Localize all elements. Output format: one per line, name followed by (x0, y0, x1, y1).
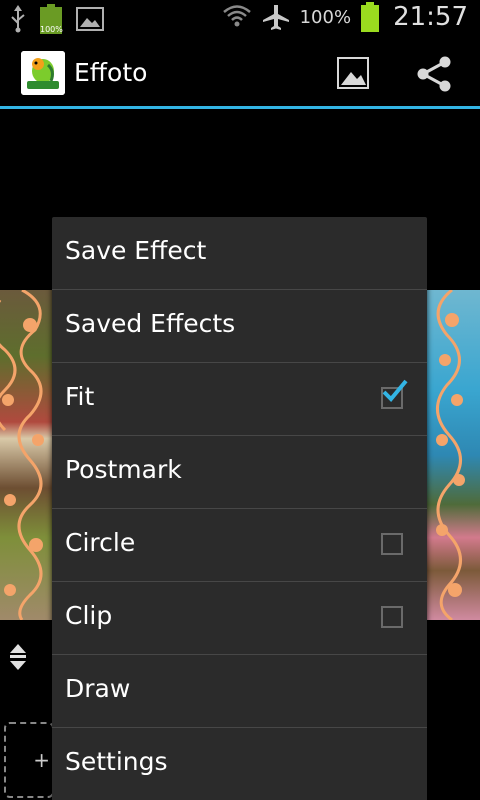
menu-item-settings[interactable]: Settings (52, 728, 427, 800)
menu-item-circle[interactable]: Circle (52, 509, 427, 582)
usb-icon (10, 5, 26, 33)
battery-icon (361, 2, 380, 32)
gallery-icon (76, 7, 104, 31)
status-bar: 100% 100% 21:57 (0, 0, 480, 38)
app-logo-icon[interactable] (21, 51, 65, 95)
circle-checkbox[interactable] (381, 533, 403, 555)
clock: 21:57 (393, 2, 468, 32)
menu-item-save-effect[interactable]: Save Effect (52, 217, 427, 290)
menu-item-label: Save Effect (65, 236, 207, 265)
photo-preview-left (0, 290, 52, 620)
menu-item-fit[interactable]: Fit (52, 363, 427, 436)
add-icon: + (33, 748, 50, 772)
menu-item-label: Draw (65, 674, 131, 703)
menu-item-postmark[interactable]: Postmark (52, 436, 427, 509)
resize-handle-icon[interactable] (8, 642, 28, 672)
menu-item-label: Postmark (65, 455, 182, 484)
photo-preview-right (427, 290, 480, 620)
app-title: Effoto (74, 58, 148, 87)
menu-item-label: Settings (65, 747, 168, 776)
menu-item-saved-effects[interactable]: Saved Effects (52, 290, 427, 363)
add-image-slot[interactable]: + (4, 722, 54, 798)
share-icon[interactable] (414, 54, 454, 94)
menu-item-label: Fit (65, 382, 95, 411)
menu-item-label: Circle (65, 528, 136, 557)
menu-item-draw[interactable]: Draw (52, 655, 427, 728)
menu-item-label: Saved Effects (65, 309, 236, 338)
menu-item-label: Clip (65, 601, 113, 630)
clip-checkbox[interactable] (381, 606, 403, 628)
checkmark-icon (379, 377, 409, 407)
menu-item-clip[interactable]: Clip (52, 582, 427, 655)
action-bar-divider (0, 106, 480, 109)
gallery-icon[interactable] (333, 55, 373, 91)
battery-icon: 100% (40, 4, 63, 34)
wifi-icon (222, 3, 252, 31)
battery-percent: 100% (299, 6, 352, 28)
action-bar: Effoto (0, 38, 480, 106)
battery-small-label: 100% (40, 25, 63, 34)
airplane-mode-icon (262, 3, 290, 31)
overflow-menu: Save Effect Saved Effects Fit Postmark C… (52, 217, 427, 800)
